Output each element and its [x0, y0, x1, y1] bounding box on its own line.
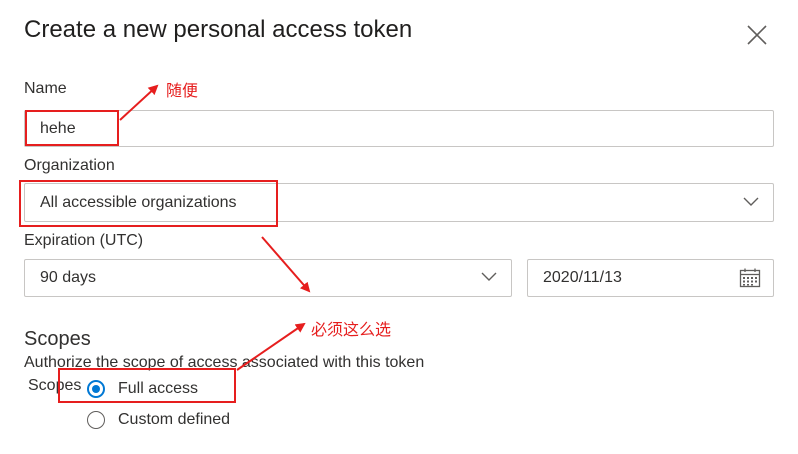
scopes-heading: Scopes	[24, 328, 91, 350]
name-input[interactable]: hehe	[24, 110, 774, 147]
chevron-down-icon	[743, 197, 759, 206]
calendar-icon[interactable]	[739, 268, 761, 288]
chevron-down-icon	[481, 272, 497, 281]
organization-label: Organization	[24, 157, 115, 174]
expiration-select[interactable]: 90 days	[24, 259, 512, 297]
scopes-description: Authorize the scope of access associated…	[24, 354, 425, 371]
close-button[interactable]	[744, 22, 770, 48]
expiration-date-value: 2020/11/13	[543, 269, 622, 286]
expiration-select-value: 90 days	[40, 269, 97, 286]
name-label: Name	[24, 80, 67, 97]
organization-select[interactable]: All accessible organizations	[24, 183, 774, 222]
radio-full-access[interactable]	[87, 380, 105, 398]
dialog-title: Create a new personal access token	[24, 16, 413, 43]
annotation-note-name: 随便	[166, 81, 199, 100]
radio-custom-defined[interactable]	[87, 411, 105, 429]
name-input-value: hehe	[40, 119, 76, 137]
expiration-label: Expiration (UTC)	[24, 232, 144, 249]
organization-select-value: All accessible organizations	[40, 193, 237, 211]
expiration-date-input[interactable]: 2020/11/13	[527, 259, 774, 297]
radio-custom-defined-label[interactable]: Custom defined	[118, 411, 230, 429]
scopes-legend: Scopes	[28, 377, 82, 394]
annotation-note-scope: 必须这么选	[311, 320, 392, 339]
close-icon	[747, 25, 767, 45]
radio-full-access-label[interactable]: Full access	[118, 380, 198, 398]
